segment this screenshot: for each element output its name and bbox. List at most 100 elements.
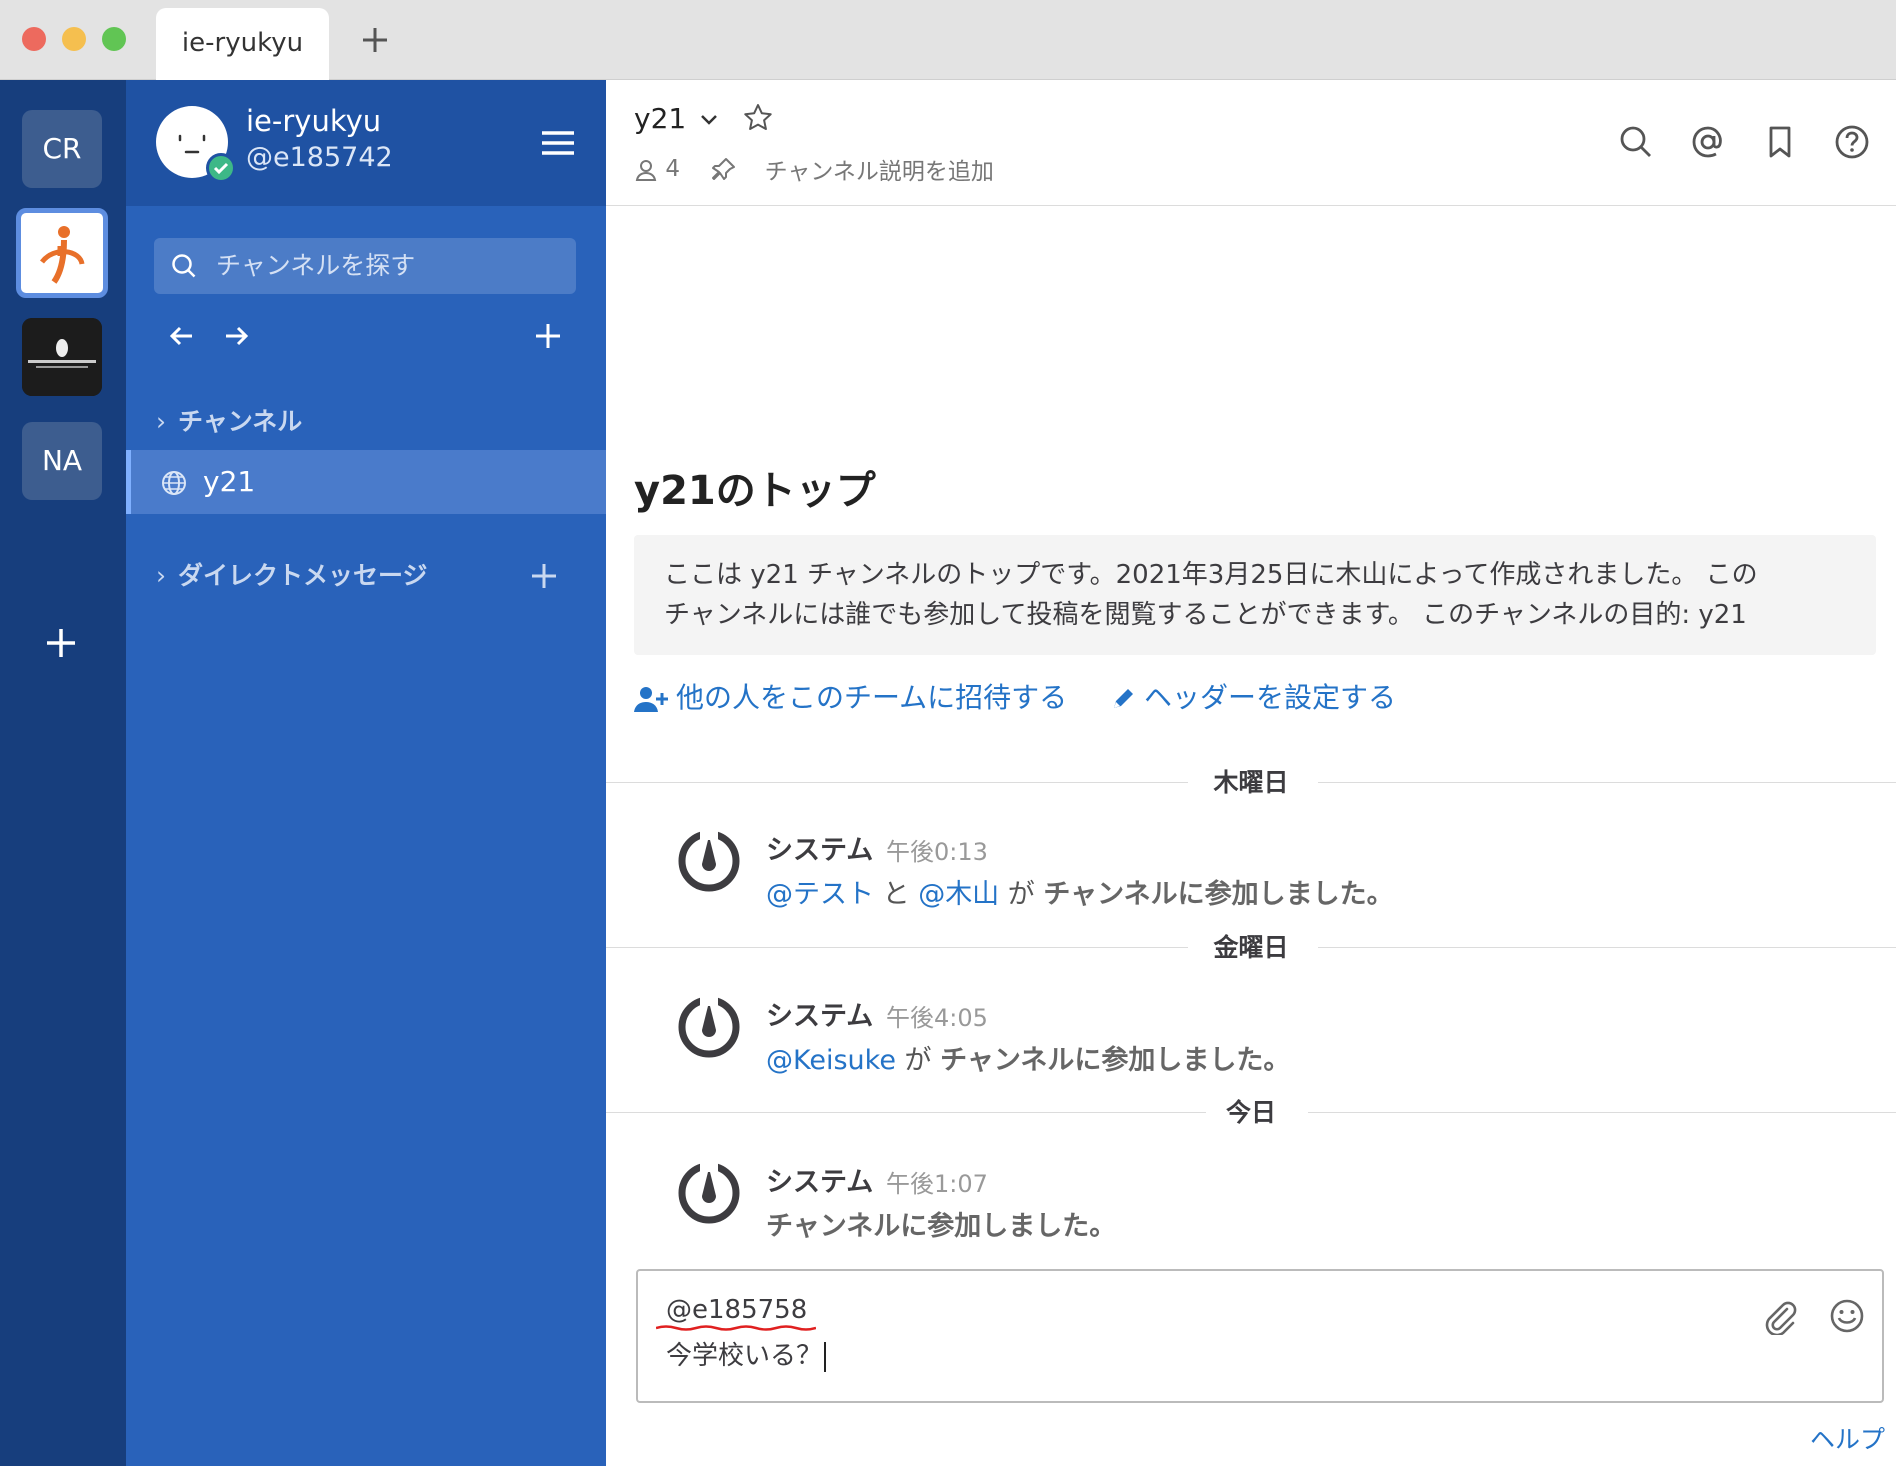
mention-link[interactable]: @テスト (766, 879, 874, 910)
set-header-link[interactable]: ヘッダーを設定する (1110, 676, 1396, 716)
sidebar-item-y21[interactable]: y21 (126, 450, 606, 514)
mentions-button[interactable] (1690, 124, 1726, 160)
post-author[interactable]: システム (766, 1160, 873, 1199)
text-cursor (824, 1341, 827, 1372)
help-link[interactable]: ヘルプ (1810, 1420, 1885, 1456)
at-sign-icon (1692, 126, 1722, 158)
message-line-2-text: 今学校いる？ (666, 1341, 823, 1371)
post-text: チャンネルに参加しました。 (940, 1045, 1291, 1076)
add-channel-button[interactable] (532, 320, 564, 352)
chevron-right-icon: › (156, 561, 166, 590)
dm-section-header[interactable]: › ダイレクトメッセージ (156, 556, 428, 592)
channel-meta: 4 チャンネル説明を追加 (634, 152, 994, 186)
search-icon (1620, 126, 1651, 157)
post-message: チャンネルに参加しました。 (766, 1204, 1116, 1243)
question-circle-icon (1835, 125, 1869, 159)
add-channel-description-link[interactable]: チャンネル説明を追加 (765, 159, 994, 185)
emoji-picker-button[interactable] (1828, 1297, 1866, 1335)
post-author[interactable]: システム (766, 994, 873, 1033)
main-menu-button[interactable] (540, 128, 576, 158)
penguin-logo-icon (22, 318, 102, 396)
date-separator: 木曜日 (606, 763, 1896, 803)
member-count-button[interactable]: 4 (634, 156, 680, 182)
date-separator: 今日 (606, 1093, 1896, 1133)
member-count: 4 (665, 156, 680, 182)
post-text: チャンネルに参加しました。 (766, 1211, 1117, 1242)
date-label: 今日 (1225, 1098, 1276, 1127)
minimize-window-button[interactable] (62, 27, 86, 51)
mattermost-logo-icon (678, 996, 740, 1058)
post-ga: が (1007, 879, 1035, 910)
team-na-label: NA (41, 444, 83, 477)
browser-tab[interactable]: ie-ryukyu (156, 8, 329, 80)
post-message: @Keisuke が チャンネルに参加しました。 (766, 1038, 1290, 1077)
arrow-left-icon (169, 326, 192, 346)
team-na[interactable]: NA (22, 422, 102, 500)
date-separator: 金曜日 (606, 928, 1896, 968)
new-tab-button[interactable] (355, 20, 395, 60)
post-ga: が (904, 1045, 932, 1076)
search-placeholder: チャンネルを探す (216, 251, 416, 280)
post-time[interactable]: 午後0:13 (886, 832, 988, 867)
mention-link[interactable]: @木山 (918, 879, 999, 910)
plus-icon (536, 324, 560, 348)
history-forward-button[interactable] (220, 320, 252, 352)
post[interactable]: システム 午後0:13 @テスト と @木山 が チャンネルに参加しました。 (676, 828, 1876, 928)
mention-link[interactable]: @Keisuke (766, 1045, 896, 1076)
attach-file-button[interactable] (1760, 1297, 1798, 1335)
channel-header: y21 4 チャンネル説明を追加 (606, 80, 1896, 206)
history-back-button[interactable] (166, 320, 198, 352)
post-time[interactable]: 午後4:05 (886, 998, 988, 1033)
invite-members-link[interactable]: 他の人をこのチームに招待する (634, 676, 1067, 716)
message-input[interactable]: @e185758 今学校いる？ (636, 1269, 1884, 1403)
help-button[interactable] (1834, 124, 1870, 160)
search-button[interactable] (1618, 124, 1654, 160)
user-plus-icon (634, 687, 668, 712)
paperclip-icon (1765, 1301, 1797, 1335)
add-team-button[interactable] (41, 623, 81, 663)
plus-icon (532, 564, 556, 588)
intro-line-1: ここは y21 チャンネルのトップです。2021年3月25日に木山によって作成さ… (664, 560, 1758, 590)
saved-posts-button[interactable] (1762, 124, 1798, 160)
channels-section-label: チャンネル (178, 407, 303, 436)
tab-title: ie-ryukyu (181, 28, 304, 58)
message-line-2: 今学校いる？ (666, 1335, 827, 1372)
spellcheck-underline (656, 1325, 816, 1331)
hamburger-icon (542, 131, 574, 155)
check-icon (213, 162, 229, 175)
member-icon (635, 159, 657, 181)
team-penguin[interactable] (22, 318, 102, 396)
zoom-window-button[interactable] (102, 27, 126, 51)
star-icon (744, 104, 772, 130)
channel-search-input[interactable]: チャンネルを探す (154, 238, 576, 294)
mattermost-logo-icon (678, 830, 740, 892)
arrow-right-icon (226, 326, 249, 346)
team-ie-ryukyu[interactable] (16, 208, 108, 298)
post-author[interactable]: システム (766, 828, 873, 867)
main-content: y21 4 チャンネル説明を追加 y21のトップ ここは y21 チャンネルのト… (606, 80, 1896, 1466)
channels-section-header[interactable]: › チャンネル (156, 402, 302, 438)
close-window-button[interactable] (22, 27, 46, 51)
post[interactable]: システム 午後4:05 @Keisuke が チャンネルに参加しました。 (676, 994, 1876, 1094)
sidebar-header: ie-ryukyu @e185742 (126, 80, 606, 206)
search-icon (172, 254, 196, 278)
pencil-icon (1114, 689, 1133, 708)
pin-icon (712, 158, 736, 181)
pinned-button[interactable] (711, 156, 737, 183)
username: @e185742 (246, 142, 393, 173)
online-status-badge (206, 153, 236, 183)
channel-intro-title: y21のトップ (634, 468, 876, 514)
favorite-button[interactable] (742, 102, 774, 134)
chevron-down-icon (701, 115, 717, 125)
date-label: 木曜日 (1213, 768, 1289, 797)
invite-members-label: 他の人をこのチームに招待する (676, 681, 1068, 714)
message-line-1: @e185758 (666, 1295, 808, 1325)
channel-name-dropdown[interactable]: y21 (634, 102, 719, 135)
mattermost-logo-icon (678, 1162, 740, 1224)
set-header-label: ヘッダーを設定する (1144, 681, 1397, 714)
add-dm-button[interactable] (528, 560, 560, 592)
intro-line-2: チャンネルには誰でも参加して投稿を閲覧することができます。 このチャンネルの目的… (664, 600, 1747, 630)
post-time[interactable]: 午後1:07 (886, 1164, 988, 1199)
team-cr[interactable]: CR (22, 110, 102, 188)
post[interactable]: システム 午後1:07 チャンネルに参加しました。 (676, 1160, 1876, 1260)
